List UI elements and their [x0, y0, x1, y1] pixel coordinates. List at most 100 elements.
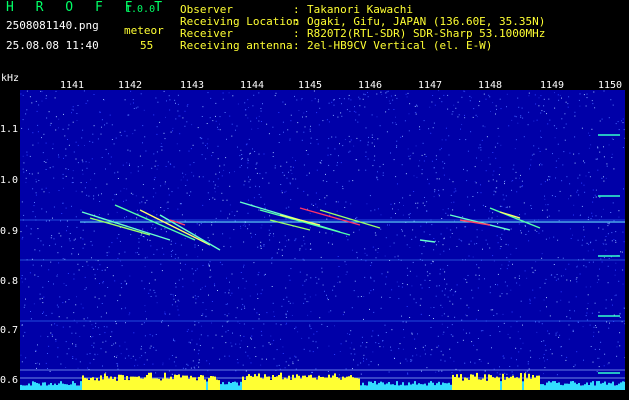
noise-pixel [229, 185, 231, 187]
noise-pixel [225, 157, 227, 159]
noise-pixel [222, 325, 223, 327]
noise-pixel [138, 238, 140, 240]
noise-pixel [582, 239, 583, 241]
noise-pixel [388, 108, 390, 110]
noise-pixel [130, 192, 132, 194]
noise-pixel [431, 160, 433, 162]
noise-pixel [93, 268, 95, 270]
noise-pixel [129, 165, 130, 166]
noise-pixel [520, 174, 521, 176]
noise-pixel [354, 353, 356, 355]
level-bar [86, 378, 88, 390]
noise-pixel [427, 178, 428, 180]
noise-pixel [411, 332, 413, 334]
noise-pixel [622, 147, 624, 148]
level-bar [178, 374, 180, 390]
noise-pixel [393, 109, 395, 110]
noise-pixel [209, 117, 211, 119]
noise-pixel [99, 201, 101, 202]
noise-pixel [491, 217, 493, 219]
noise-pixel [195, 298, 197, 300]
noise-pixel [65, 168, 67, 170]
noise-pixel [377, 248, 379, 249]
noise-pixel [113, 143, 115, 145]
noise-pixel [349, 110, 351, 112]
noise-pixel [474, 166, 476, 168]
noise-pixel [268, 182, 270, 184]
noise-pixel [504, 183, 505, 185]
noise-pixel [508, 261, 510, 263]
noise-pixel [65, 207, 67, 209]
noise-pixel [170, 131, 172, 133]
noise-pixel [51, 312, 53, 314]
noise-pixel [549, 176, 551, 178]
noise-pixel [602, 208, 604, 210]
noise-pixel [420, 225, 422, 227]
noise-pixel [40, 90, 42, 92]
noise-pixel [67, 226, 69, 228]
noise-pixel [73, 239, 75, 241]
noise-pixel [597, 169, 599, 171]
noise-pixel [94, 274, 96, 276]
noise-pixel [95, 326, 96, 328]
noise-pixel [102, 281, 104, 282]
level-bar [60, 381, 62, 390]
noise-pixel [424, 197, 425, 198]
noise-pixel [118, 253, 120, 255]
noise-pixel [156, 249, 158, 251]
noise-pixel [412, 261, 414, 263]
noise-pixel [39, 363, 40, 365]
noise-pixel [309, 326, 311, 328]
noise-pixel [205, 315, 207, 317]
noise-pixel [391, 329, 393, 331]
noise-pixel [155, 97, 157, 99]
noise-pixel [392, 208, 393, 210]
noise-pixel [20, 93, 22, 95]
noise-pixel [392, 99, 394, 101]
noise-pixel [120, 190, 122, 192]
noise-pixel [532, 271, 534, 273]
noise-pixel [295, 238, 297, 240]
noise-pixel [367, 141, 369, 143]
noise-pixel [285, 207, 287, 209]
noise-pixel [62, 326, 64, 328]
noise-pixel [590, 218, 592, 220]
noise-pixel [597, 147, 599, 149]
noise-pixel [239, 335, 241, 337]
noise-pixel [107, 213, 109, 215]
noise-pixel [560, 299, 562, 301]
noise-pixel [35, 350, 37, 352]
noise-pixel [511, 119, 513, 121]
noise-pixel [472, 116, 474, 118]
noise-pixel [376, 177, 378, 179]
noise-pixel [208, 294, 209, 296]
noise-pixel [21, 324, 23, 326]
noise-pixel [101, 126, 102, 128]
noise-pixel [243, 184, 245, 186]
noise-pixel [245, 109, 247, 111]
noise-pixel [475, 182, 477, 184]
noise-pixel [408, 130, 410, 132]
noise-pixel [386, 96, 388, 98]
noise-pixel [152, 196, 154, 198]
noise-pixel [327, 154, 329, 156]
noise-pixel [37, 172, 39, 174]
noise-pixel [243, 241, 245, 243]
noise-pixel [261, 121, 262, 122]
level-bar [604, 381, 606, 390]
noise-pixel [619, 316, 621, 318]
noise-pixel [354, 280, 356, 282]
noise-pixel [154, 228, 156, 230]
noise-pixel [456, 246, 458, 247]
noise-pixel [35, 363, 37, 364]
noise-pixel [558, 210, 560, 212]
noise-pixel [547, 123, 549, 125]
noise-pixel [591, 212, 593, 214]
noise-pixel [435, 371, 437, 373]
noise-pixel [56, 275, 58, 277]
noise-pixel [76, 120, 78, 121]
noise-pixel [119, 294, 121, 296]
noise-pixel [170, 240, 172, 242]
noise-pixel [370, 361, 372, 363]
noise-pixel [356, 216, 358, 218]
